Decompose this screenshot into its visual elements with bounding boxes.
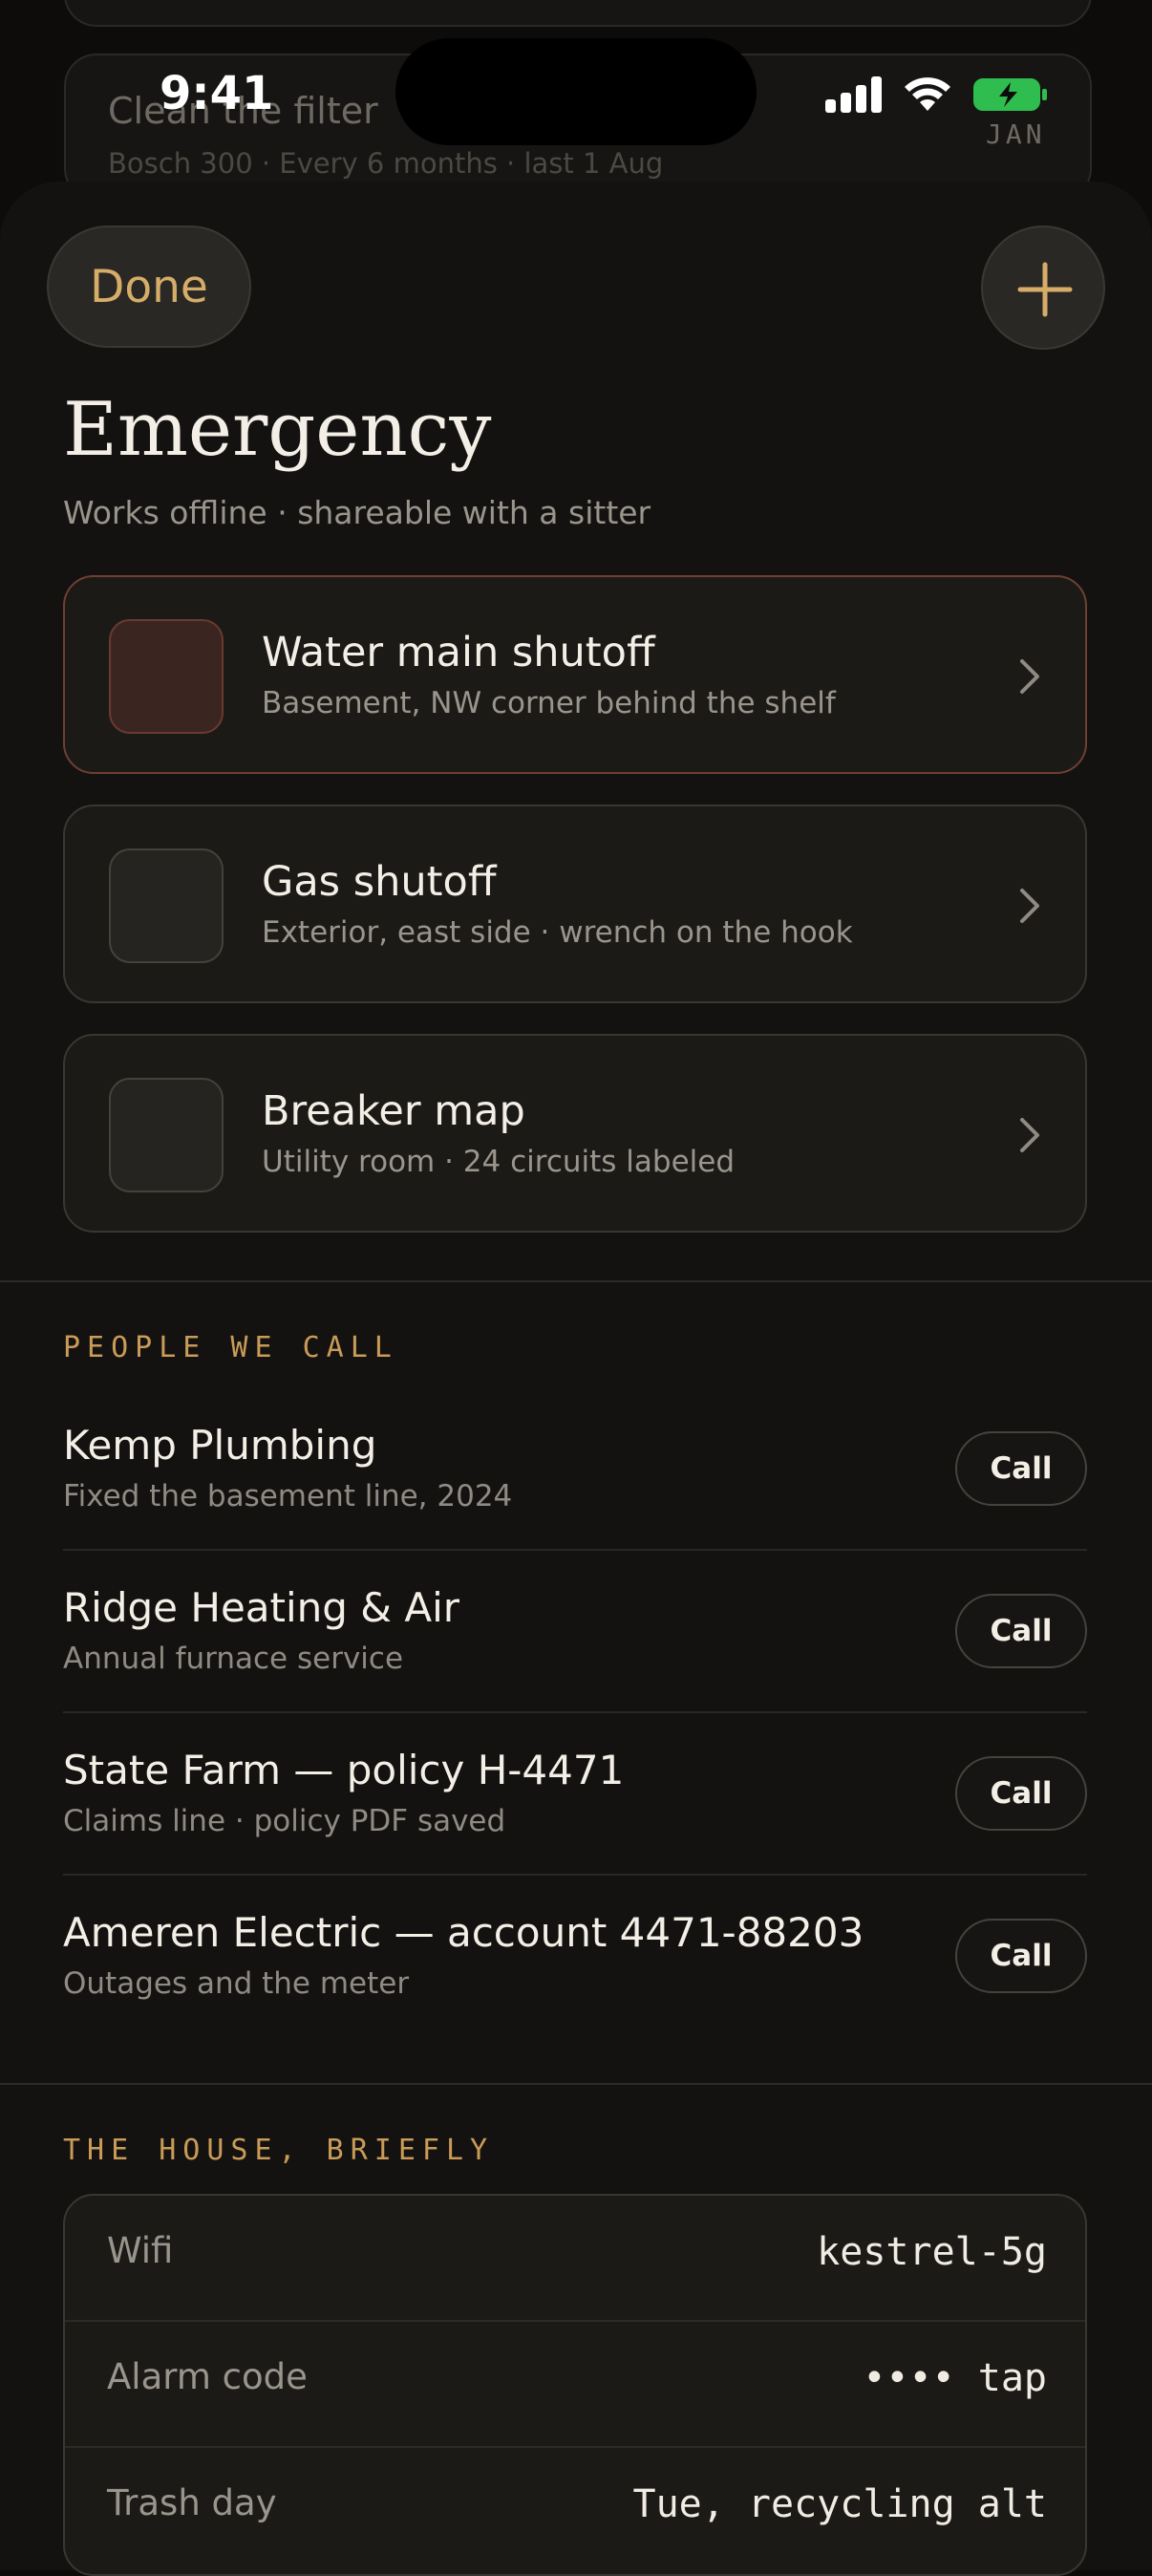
emergency-card-subtitle: Basement, NW corner behind the shelf: [262, 686, 836, 720]
add-button[interactable]: [981, 225, 1105, 350]
contact-note: Outages and the meter: [63, 1966, 410, 2001]
contact-note: Claims line · policy PDF saved: [63, 1804, 506, 1838]
background-task-subtitle: Bosch 300 · Every 6 months · last 1 Aug: [108, 147, 664, 180]
page-subtitle: Works offline · shareable with a sitter: [63, 494, 651, 531]
contact-name: State Farm — policy H-4471: [63, 1747, 625, 1793]
done-button[interactable]: Done: [47, 225, 251, 348]
house-row-value: •••• tap: [863, 2356, 1047, 2400]
emergency-card-title: Breaker map: [262, 1087, 525, 1135]
plus-icon: [1017, 262, 1073, 317]
section-divider: [0, 1280, 1152, 1282]
row-divider: [63, 1549, 1087, 1551]
house-row-trash[interactable]: Trash day Tue, recycling alt: [65, 2446, 1085, 2572]
wifi-icon: [905, 77, 950, 111]
emergency-card-title: Gas shutoff: [262, 858, 497, 906]
call-button-statefarm[interactable]: Call: [955, 1756, 1087, 1831]
people-section-label: PEOPLE WE CALL: [63, 1331, 398, 1364]
chevron-right-icon: [1020, 1118, 1039, 1152]
emergency-card-water[interactable]: Water main shutoff Basement, NW corner b…: [63, 575, 1087, 774]
chevron-right-icon: [1020, 889, 1039, 923]
contact-note: Annual furnace service: [63, 1642, 404, 1676]
house-row-alarm[interactable]: Alarm code •••• tap: [65, 2320, 1085, 2446]
house-section-label: THE HOUSE, BRIEFLY: [63, 2134, 495, 2167]
house-row-value: kestrel-5g: [817, 2230, 1047, 2274]
gas-shutoff-thumbnail: [109, 848, 224, 963]
contact-note: Fixed the basement line, 2024: [63, 1479, 513, 1513]
row-divider: [63, 1711, 1087, 1713]
emergency-card-gas[interactable]: Gas shutoff Exterior, east side · wrench…: [63, 805, 1087, 1003]
house-info-card: Wifi kestrel-5g Alarm code •••• tap Tras…: [63, 2194, 1087, 2576]
chevron-right-icon: [1020, 659, 1039, 694]
month-badge: JAN: [986, 118, 1046, 150]
cellular-signal-icon: [825, 76, 883, 113]
house-row-label: Alarm code: [107, 2356, 308, 2397]
row-divider: [63, 1874, 1087, 1876]
section-divider: [0, 2083, 1152, 2085]
page-title: Emergency: [63, 387, 492, 473]
battery-charging-icon: [973, 78, 1047, 111]
dynamic-island: [395, 38, 757, 145]
status-time: 9:41: [160, 67, 274, 120]
water-shutoff-thumbnail: [109, 619, 224, 734]
house-row-wifi[interactable]: Wifi kestrel-5g: [65, 2196, 1085, 2320]
emergency-card-subtitle: Utility room · 24 circuits labeled: [262, 1145, 736, 1179]
house-row-label: Wifi: [107, 2230, 174, 2271]
contact-name: Ameren Electric — account 4471-88203: [63, 1909, 864, 1956]
emergency-card-breaker[interactable]: Breaker map Utility room · 24 circuits l…: [63, 1034, 1087, 1233]
call-button-ameren[interactable]: Call: [955, 1919, 1087, 1993]
emergency-card-title: Water main shutoff: [262, 629, 655, 676]
house-row-label: Trash day: [107, 2482, 277, 2523]
breaker-map-thumbnail: [109, 1078, 224, 1192]
emergency-card-subtitle: Exterior, east side · wrench on the hook: [262, 915, 853, 950]
house-row-value: Tue, recycling alt: [632, 2482, 1047, 2526]
contact-name: Kemp Plumbing: [63, 1422, 377, 1469]
call-button-kemp[interactable]: Call: [955, 1431, 1087, 1506]
call-button-ridge[interactable]: Call: [955, 1594, 1087, 1668]
contact-name: Ridge Heating & Air: [63, 1584, 460, 1631]
background-card-top: [64, 0, 1092, 27]
